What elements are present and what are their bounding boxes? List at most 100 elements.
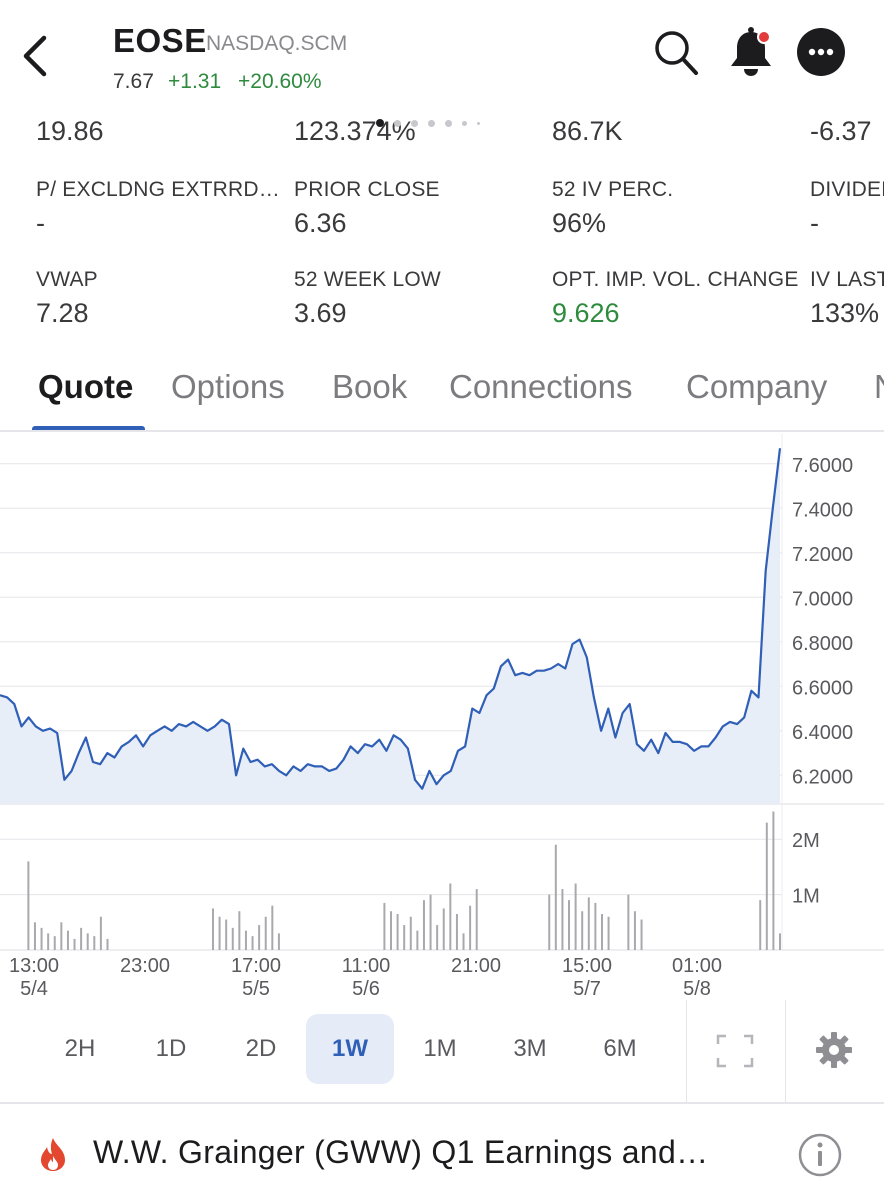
x-tick-date-label: 5/4 <box>20 978 48 1000</box>
info-button[interactable] <box>797 1132 843 1178</box>
stat-value: - <box>810 208 819 238</box>
active-tab-indicator <box>32 426 145 430</box>
price-axis-label: 7.4000 <box>792 499 853 521</box>
x-tick-date-label: 5/6 <box>352 978 380 1000</box>
price-axis-label: 6.6000 <box>792 677 853 699</box>
divider <box>686 1000 687 1104</box>
stat-label: 52 WEEK LOW <box>294 268 441 291</box>
info-icon <box>798 1133 842 1177</box>
stats-panel: 19.86 123.374% 86.7K -6.37 P/ EXCLDNG EX… <box>0 118 884 340</box>
search-button[interactable] <box>652 28 700 78</box>
back-button[interactable] <box>14 30 58 78</box>
header: EOSE NASDAQ.SCM 7.67 +1.31 +20.60% <box>0 0 884 118</box>
range-1m-button[interactable]: 1M <box>396 1014 484 1084</box>
range-3m-button[interactable]: 3M <box>486 1014 574 1084</box>
x-tick-time-label: 01:00 <box>672 955 722 977</box>
bell-icon <box>731 27 771 76</box>
tab-options[interactable]: Options <box>171 368 285 406</box>
stat-value: 96% <box>552 208 607 238</box>
stat-label: OPT. IMP. VOL. CHANGE <box>552 268 799 291</box>
page-dot <box>394 119 401 127</box>
expand-icon <box>716 1034 754 1068</box>
stat-label: VWAP <box>36 268 98 291</box>
stat-52-week-low: 52 WEEK LOW 3.69 <box>294 268 544 329</box>
search-icon <box>655 31 698 75</box>
stat-52-iv-perc: 52 IV PERC. 96% <box>552 178 802 239</box>
tab-connections[interactable]: Connections <box>449 368 632 406</box>
range-2d-button[interactable]: 2D <box>217 1014 305 1084</box>
price-chart-svg: 7.6000 7.4000 7.2000 7.0000 6.8000 6.6000 6.40… <box>0 434 884 1000</box>
page-dot <box>462 120 467 126</box>
news-headline[interactable]: W.W. Grainger (GWW) Q1 Earnings and… <box>93 1134 708 1171</box>
range-1d-button[interactable]: 1D <box>127 1014 215 1084</box>
price-axis-label: 7.0000 <box>792 588 853 610</box>
range-selector: 2H 1D 2D 1W 1M 3M 6M <box>0 1000 884 1104</box>
volume-axis-label: 1M <box>792 886 820 908</box>
stat-value: 133% <box>810 298 880 328</box>
page-dot <box>376 119 384 127</box>
x-tick-date-label: 5/8 <box>683 978 711 1000</box>
news-ticker[interactable]: W.W. Grainger (GWW) Q1 Earnings and… <box>0 1106 884 1200</box>
page-indicator <box>376 118 480 128</box>
stat-value: 7.28 <box>36 298 89 328</box>
chevron-left-icon <box>23 35 47 77</box>
price-axis-label: 6.2000 <box>792 766 853 788</box>
x-tick-date-label: 5/7 <box>573 978 601 1000</box>
tab-next[interactable]: N <box>874 368 884 406</box>
stat-label: P/ EXCLDNG EXTRRD… <box>36 178 280 201</box>
x-tick-time-label: 15:00 <box>562 955 612 977</box>
x-tick-time-label: 17:00 <box>231 955 281 977</box>
stat-partial-value: 86.7K <box>552 118 623 146</box>
volume-axis-label: 2M <box>792 830 820 852</box>
stat-value: - <box>36 208 45 238</box>
stat-partial-value: 19.86 <box>36 118 104 146</box>
range-2h-button[interactable]: 2H <box>36 1014 124 1084</box>
expand-chart-button[interactable] <box>716 1034 754 1068</box>
stat-opt-imp-vol-change: OPT. IMP. VOL. CHANGE 9.626 <box>552 268 802 329</box>
price-axis-label: 7.2000 <box>792 544 853 566</box>
stat-value: 3.69 <box>294 298 347 328</box>
more-icon <box>808 48 834 56</box>
x-tick-time-label: 21:00 <box>451 955 501 977</box>
page-dot <box>477 121 480 125</box>
alerts-button[interactable] <box>726 26 776 78</box>
stat-iv-last: IV LAST 133% <box>810 268 884 329</box>
stat-vwap: VWAP 7.28 <box>36 268 286 329</box>
stat-value: 9.626 <box>552 298 620 328</box>
price-line <box>0 448 782 790</box>
stat-label: 52 IV PERC. <box>552 178 674 201</box>
stat-partial-value: -6.37 <box>810 118 872 146</box>
stat-dividend: DIVIDEN - <box>810 178 884 239</box>
stat-prior-close: PRIOR CLOSE 6.36 <box>294 178 544 239</box>
ticker-symbol: EOSE <box>113 22 207 59</box>
chart-settings-button[interactable] <box>814 1030 854 1070</box>
tab-quote[interactable]: Quote <box>38 368 133 406</box>
price-axis-label: 6.4000 <box>792 722 853 744</box>
page-dot <box>445 119 452 127</box>
more-button[interactable] <box>797 28 845 76</box>
stat-value: 6.36 <box>294 208 347 238</box>
range-1w-button[interactable]: 1W <box>306 1014 394 1084</box>
divider <box>785 1000 786 1104</box>
stat-label: IV LAST <box>810 268 884 291</box>
price-area <box>0 448 780 804</box>
tab-book[interactable]: Book <box>332 368 407 406</box>
x-tick-time-label: 23:00 <box>120 955 170 977</box>
price-change: +1.31 <box>168 70 222 93</box>
stat-p-excl-extraordinary: P/ EXCLDNG EXTRRD… - <box>36 178 286 239</box>
price-axis-label: 7.6000 <box>792 455 853 477</box>
stat-label: PRIOR CLOSE <box>294 178 440 201</box>
x-tick-time-label: 11:00 <box>342 955 391 977</box>
page-dot <box>411 119 418 127</box>
price-change-percent: +20.60% <box>238 70 322 93</box>
price-chart[interactable]: 7.6000 7.4000 7.2000 7.0000 6.8000 6.6000 6.40… <box>0 434 884 1004</box>
range-6m-button[interactable]: 6M <box>576 1014 664 1084</box>
section-tabs: Quote Options Book Connections Company N <box>0 356 884 432</box>
fire-icon <box>38 1136 68 1172</box>
x-tick-date-label: 5/5 <box>242 978 270 1000</box>
page-dot <box>428 119 435 127</box>
tab-company[interactable]: Company <box>686 368 827 406</box>
exchange-name: NASDAQ.SCM <box>206 32 348 55</box>
stat-label: DIVIDEN <box>810 178 884 201</box>
x-tick-time-label: 13:00 <box>9 955 59 977</box>
